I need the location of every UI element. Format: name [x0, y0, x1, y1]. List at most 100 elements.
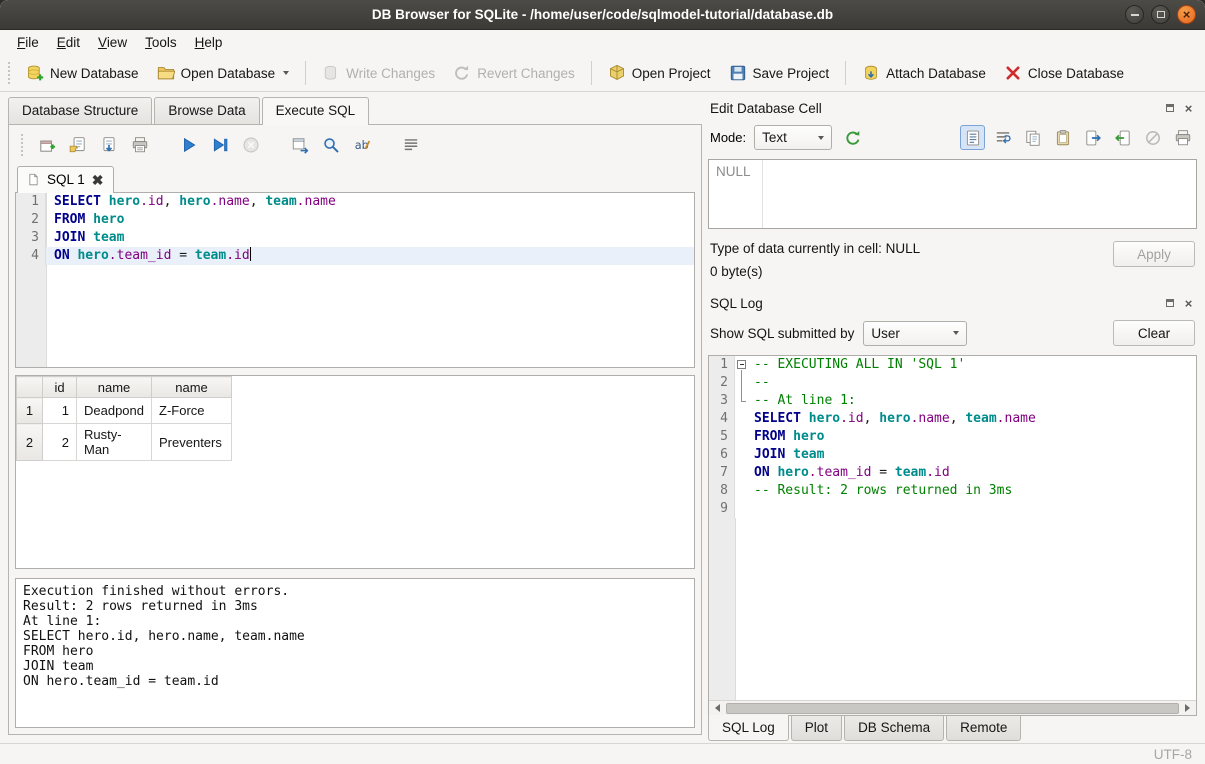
cell-null-button[interactable]	[1140, 125, 1165, 150]
sql-tab[interactable]: SQL 1 ✖	[17, 166, 114, 193]
scroll-right-button[interactable]	[1180, 702, 1195, 715]
cell-text-view-button[interactable]	[960, 125, 985, 150]
encoding-indicator[interactable]: UTF-8	[1154, 747, 1192, 762]
menu-item-help[interactable]: Help	[186, 31, 232, 54]
code-line[interactable]: 5FROM hero	[709, 428, 1196, 446]
code-line[interactable]: 7ON hero.team_id = team.id	[709, 464, 1196, 482]
row-number[interactable]: 1	[17, 398, 43, 424]
dock-tab-remote[interactable]: Remote	[946, 716, 1021, 741]
table-cell[interactable]: Preventers	[152, 424, 232, 461]
clear-button[interactable]: Clear	[1113, 320, 1195, 346]
column-header-name-1[interactable]: name	[77, 377, 152, 398]
dock-tab-plot[interactable]: Plot	[791, 716, 842, 741]
edit-cell-float-button[interactable]	[1163, 102, 1176, 115]
tab-browse-data[interactable]: Browse Data	[154, 97, 259, 124]
code-line[interactable]: 3JOIN team	[16, 229, 694, 247]
attach-database-button[interactable]: Attach Database	[854, 59, 994, 87]
row-number[interactable]: 2	[17, 424, 43, 461]
cell-editor[interactable]: NULL	[708, 159, 1197, 229]
code-line[interactable]: 2FROM hero	[16, 211, 694, 229]
results-grid: idnamename11DeadpondZ-Force22Rusty-ManPr…	[15, 375, 695, 569]
dock-tab-sql-log[interactable]: SQL Log	[708, 715, 789, 741]
write-changes-icon	[322, 64, 340, 82]
table-cell[interactable]: 2	[43, 424, 77, 461]
code-line[interactable]: 8-- Result: 2 rows returned in 3ms	[709, 482, 1196, 500]
close-button[interactable]: ×	[1177, 5, 1196, 24]
line-number: 3	[709, 392, 735, 410]
filter-select[interactable]: User	[863, 321, 967, 346]
code-line[interactable]: 2--	[709, 374, 1196, 392]
cell-wrap-button[interactable]	[990, 125, 1015, 150]
tab-execute-sql[interactable]: Execute SQL	[262, 97, 370, 125]
new-tab-button[interactable]	[34, 132, 60, 158]
float-icon	[1166, 299, 1174, 307]
scroll-left-button[interactable]	[710, 702, 725, 715]
word-wrap-button[interactable]	[398, 132, 424, 158]
titlebar[interactable]: DB Browser for SQLite - /home/user/code/…	[0, 0, 1205, 30]
apply-button[interactable]: Apply	[1113, 241, 1195, 267]
menu-item-edit[interactable]: Edit	[48, 31, 89, 54]
sql-log-lines[interactable]: 1-- EXECUTING ALL IN 'SQL 1'2--3-- At li…	[709, 356, 1196, 700]
sql-editor[interactable]: 1SELECT hero.id, hero.name, team.name2FR…	[15, 192, 695, 368]
tab-database-structure[interactable]: Database Structure	[8, 97, 152, 124]
menubar: FileEditViewToolsHelp	[0, 30, 1205, 55]
autocomplete-button[interactable]: ab	[349, 132, 375, 158]
code-line[interactable]: 3-- At line 1:	[709, 392, 1196, 410]
sql-log-dock: SQL Log × Show SQL submitted by User Cle…	[708, 291, 1197, 743]
column-header-id-0[interactable]: id	[43, 377, 77, 398]
results-table: idnamename11DeadpondZ-Force22Rusty-ManPr…	[16, 376, 232, 461]
cell-print-button[interactable]	[1170, 125, 1195, 150]
minimize-button[interactable]	[1125, 5, 1144, 24]
table-cell[interactable]: Z-Force	[152, 398, 232, 424]
cell-export-button[interactable]	[1080, 125, 1105, 150]
auto-apply-button[interactable]	[840, 125, 865, 150]
sql-log-float-button[interactable]	[1163, 297, 1176, 310]
horizontal-scrollbar[interactable]	[709, 700, 1196, 715]
find-replace-button[interactable]	[318, 132, 344, 158]
code-line[interactable]: 6JOIN team	[709, 446, 1196, 464]
open-sql-file-button[interactable]	[65, 132, 91, 158]
new-database-button[interactable]: New Database	[18, 59, 147, 87]
execute-all-button[interactable]	[176, 132, 202, 158]
revert-changes-label: Revert Changes	[477, 66, 575, 81]
table-cell[interactable]: Deadpond	[77, 398, 152, 424]
main-toolbar: New DatabaseOpen DatabaseWrite ChangesRe…	[0, 55, 1205, 92]
code-line[interactable]: 1-- EXECUTING ALL IN 'SQL 1'	[709, 356, 1196, 374]
line-number: 7	[709, 464, 735, 482]
cell-type-info: Type of data currently in cell: NULL	[710, 241, 1113, 256]
close-database-button[interactable]: Close Database	[996, 59, 1132, 87]
save-sql-file-button[interactable]	[96, 132, 122, 158]
sql-log-close-button[interactable]: ×	[1182, 297, 1195, 310]
column-header-name-2[interactable]: name	[152, 377, 232, 398]
save-sql-file-icon	[100, 136, 118, 154]
menu-item-tools[interactable]: Tools	[136, 31, 186, 54]
save-project-button[interactable]: Save Project	[721, 59, 838, 87]
code-line[interactable]: 4ON hero.team_id = team.id	[16, 247, 694, 265]
text-cursor	[250, 247, 251, 261]
code-line[interactable]: 4SELECT hero.id, hero.name, team.name	[709, 410, 1196, 428]
fold-marker[interactable]	[735, 356, 748, 374]
execute-current-line-button[interactable]	[207, 132, 233, 158]
results-header-row: idnamename	[17, 377, 232, 398]
menu-item-view[interactable]: View	[89, 31, 136, 54]
code-line[interactable]: 9	[709, 500, 1196, 518]
cell-copy-button[interactable]	[1020, 125, 1045, 150]
menu-item-file[interactable]: File	[8, 31, 48, 54]
open-database-button[interactable]: Open Database	[149, 59, 298, 87]
cell-wrap-icon	[994, 129, 1012, 147]
mode-select[interactable]: Text	[754, 125, 832, 150]
sql-tab-close-icon[interactable]: ✖	[92, 173, 104, 187]
line-number: 6	[709, 446, 735, 464]
cell-import-button[interactable]	[1110, 125, 1135, 150]
scrollbar-thumb[interactable]	[726, 703, 1179, 714]
dock-tab-db-schema[interactable]: DB Schema	[844, 716, 944, 741]
table-cell[interactable]: Rusty-Man	[77, 424, 152, 461]
code-line[interactable]: 1SELECT hero.id, hero.name, team.name	[16, 193, 694, 211]
maximize-button[interactable]	[1151, 5, 1170, 24]
cell-paste-button[interactable]	[1050, 125, 1075, 150]
open-project-button[interactable]: Open Project	[600, 59, 719, 87]
print-button[interactable]	[127, 132, 153, 158]
export-sql-button[interactable]	[287, 132, 313, 158]
edit-cell-close-button[interactable]: ×	[1182, 102, 1195, 115]
table-cell[interactable]: 1	[43, 398, 77, 424]
